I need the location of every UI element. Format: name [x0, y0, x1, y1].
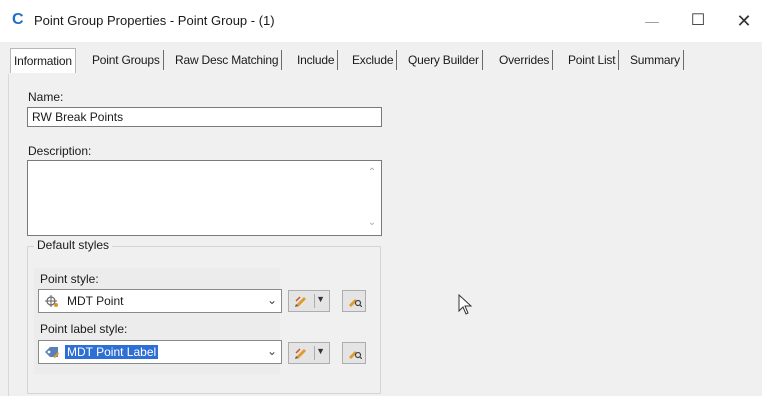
point-label-style-value: MDT Point Label — [65, 345, 159, 359]
tab-point-list[interactable]: Point List — [565, 50, 620, 70]
point-style-dropdown[interactable]: MDT Point ⌄ — [38, 289, 282, 313]
style-browse-icon — [349, 351, 362, 359]
maximize-button[interactable]: ☐ — [678, 8, 718, 34]
tab-bar: Information Point Groups Raw Desc Matchi… — [0, 42, 762, 74]
mouse-cursor-icon — [458, 294, 473, 315]
label-tag-icon — [45, 347, 59, 358]
tab-information[interactable]: Information — [10, 48, 76, 73]
description-textarea[interactable]: ⌃ ⌄ — [27, 160, 382, 236]
style-browse-icon — [349, 299, 362, 307]
tab-include[interactable]: Include — [294, 50, 339, 70]
scroll-down-icon[interactable]: ⌄ — [367, 218, 377, 228]
default-styles-title: Default styles — [34, 238, 113, 252]
title-bar: C Point Group Properties - Point Group -… — [0, 0, 762, 42]
point-style-label: Point style: — [40, 272, 99, 286]
name-input[interactable]: RW Break Points — [27, 107, 382, 127]
label-style-browse-button[interactable] — [342, 342, 366, 364]
tab-query-builder[interactable]: Query Builder — [405, 50, 483, 70]
chevron-down-icon: ⌄ — [266, 293, 277, 307]
minimize-button[interactable]: — — [632, 8, 672, 34]
edit-pencil-icon — [295, 296, 306, 307]
dropdown-arrow-icon[interactable]: ▼ — [316, 346, 325, 356]
label-style-edit-button[interactable]: ▼ — [288, 342, 330, 364]
edit-pencil-icon — [295, 348, 306, 359]
civil3d-app-icon: C — [12, 11, 24, 28]
tab-overrides[interactable]: Overrides — [496, 50, 554, 70]
point-label-style-label: Point label style: — [40, 322, 128, 336]
chevron-down-icon: ⌄ — [266, 344, 277, 358]
tab-point-groups[interactable]: Point Groups — [89, 50, 164, 70]
scroll-up-icon[interactable]: ⌃ — [367, 168, 377, 178]
tab-exclude[interactable]: Exclude — [349, 50, 398, 70]
point-style-value: MDT Point — [67, 294, 124, 308]
tab-content: Name: RW Break Points Description: ⌃ ⌄ D… — [0, 74, 762, 396]
close-button[interactable]: ✕ — [724, 8, 762, 34]
description-label: Description: — [28, 144, 92, 158]
tab-raw-desc-matching[interactable]: Raw Desc Matching — [172, 50, 283, 70]
dropdown-arrow-icon[interactable]: ▼ — [316, 294, 325, 304]
point-marker-icon — [45, 295, 58, 307]
point-label-style-dropdown[interactable]: MDT Point Label ⌄ — [38, 340, 282, 364]
point-style-edit-button[interactable]: ▼ — [288, 290, 330, 312]
window-title: Point Group Properties - Point Group - (… — [34, 13, 275, 28]
tab-summary[interactable]: Summary — [627, 50, 684, 70]
point-style-browse-button[interactable] — [342, 290, 366, 312]
name-label: Name: — [28, 90, 64, 104]
